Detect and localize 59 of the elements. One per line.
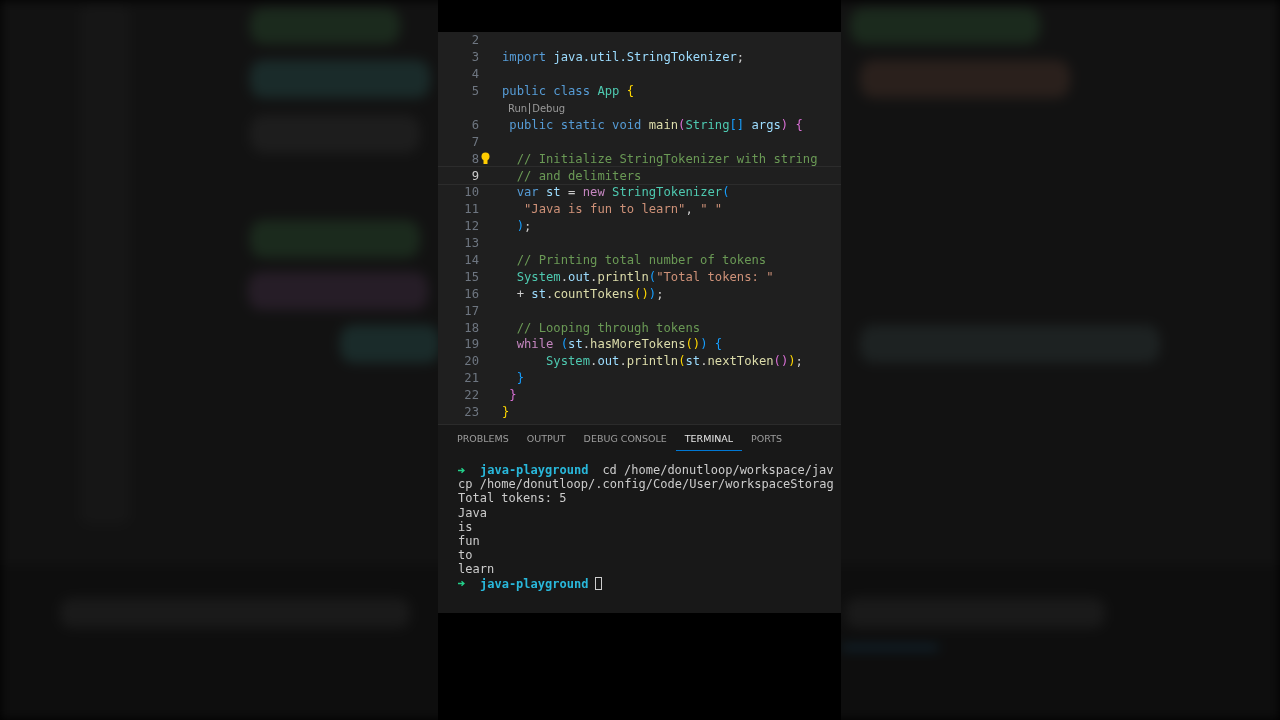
code-line: } [502, 405, 510, 420]
lightbulb-icon[interactable] [481, 151, 490, 165]
line-number: 15 [464, 269, 479, 284]
code-line: import java.util.StringTokenizer; [502, 50, 745, 65]
code-line: // Printing total number of tokens [515, 253, 767, 267]
code-line: } [508, 388, 517, 403]
panel-tab[interactable]: OUTPUT [517, 429, 575, 451]
code-line: var st = new StringTokenizer( [515, 185, 730, 200]
terminal-command: cd /home/donutloop/workspace/jav [602, 463, 834, 478]
panel-tab[interactable]: PROBLEMS [448, 429, 518, 451]
codelens-link[interactable]: Run [508, 102, 528, 114]
line-number: 23 [464, 405, 479, 420]
line-number: 5 [471, 84, 479, 99]
line-number: 4 [471, 67, 479, 82]
prompt-folder: java-playground [480, 576, 589, 591]
code-line: // and delimiters [515, 168, 642, 183]
code-line: "Java is fun to learn", " " [523, 202, 723, 217]
line-number: 3 [471, 50, 479, 65]
terminal-output: cp /home/donutloop/.config/Code/User/workspaceStorag [458, 477, 834, 492]
line-number: 9 [471, 168, 479, 183]
terminal-output: is [458, 519, 473, 534]
terminal-output: fun [458, 533, 480, 549]
code-line: + st.countTokens()); [515, 286, 664, 301]
line-number: 7 [471, 134, 479, 149]
code-line: System.out.println(st.nextToken()); [545, 354, 803, 369]
arrow-icon [458, 466, 465, 474]
line-number: 20 [464, 354, 479, 369]
line-number: 19 [464, 337, 479, 352]
terminal-output: Java [458, 505, 487, 520]
arrow-icon [458, 580, 465, 588]
panel-tab[interactable]: TERMINAL [675, 429, 743, 451]
terminal-output: learn [458, 562, 495, 577]
line-number: 16 [464, 286, 479, 301]
code-line: } [515, 371, 524, 386]
line-number: 14 [464, 253, 479, 267]
line-number: 11 [464, 202, 479, 217]
line-number: 12 [464, 219, 479, 234]
line-number: 8 [471, 151, 479, 166]
panel-tab[interactable]: DEBUG CONSOLE [574, 429, 676, 451]
code-line: public class App { [502, 84, 635, 99]
line-number: 22 [464, 388, 479, 403]
code-line: while (st.hasMoreTokens()) { [515, 337, 723, 352]
panel-tab[interactable]: PORTS [742, 429, 792, 451]
line-number: 21 [464, 371, 479, 386]
code-line: public static void main(String[] args) { [508, 117, 803, 132]
code-line: // Looping through tokens [515, 320, 701, 335]
terminal-output: to [458, 548, 473, 563]
prompt-folder: java-playground [480, 463, 589, 478]
line-number: 18 [464, 320, 479, 335]
codelens-link[interactable]: Debug [529, 102, 566, 114]
line-number: 6 [471, 117, 479, 132]
line-number: 2 [471, 33, 479, 48]
code-line: System.out.println("Total tokens: " [515, 269, 774, 284]
code-line: ); [515, 219, 532, 234]
line-number: 13 [464, 236, 479, 251]
code-line: // Initialize StringTokenizer with string [515, 151, 818, 166]
terminal-output: Total tokens: 5 [458, 491, 567, 506]
line-number: 17 [464, 303, 479, 318]
line-number: 10 [464, 185, 479, 200]
